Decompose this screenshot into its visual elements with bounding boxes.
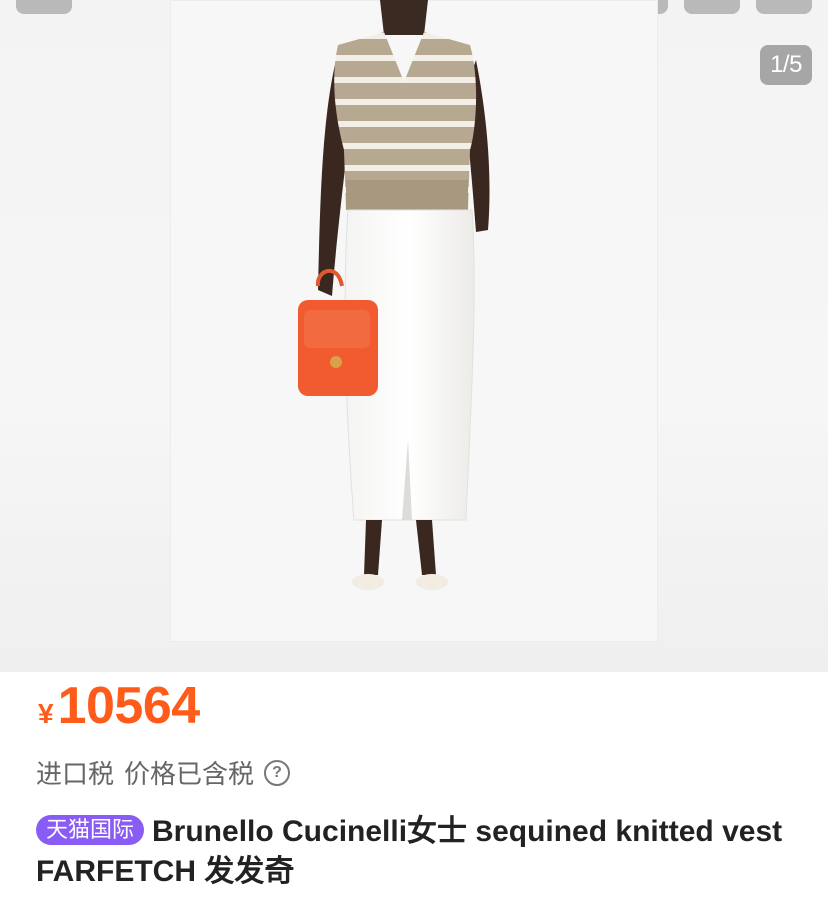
- product-photo[interactable]: [170, 0, 658, 642]
- question-circle-icon[interactable]: ?: [264, 759, 291, 786]
- product-photo-illustration: [298, 0, 490, 590]
- more-button[interactable]: [684, 0, 740, 14]
- back-button[interactable]: [16, 0, 72, 14]
- tax-label: 进口税: [36, 759, 115, 789]
- cart-button[interactable]: [756, 0, 812, 14]
- product-price: ¥10564: [38, 680, 200, 732]
- image-page-indicator: 1/5: [760, 45, 812, 85]
- currency-symbol: ¥: [38, 698, 54, 729]
- tax-info-row: 进口税 价格已含税 ?: [36, 754, 291, 791]
- tax-note: 价格已含税: [124, 759, 255, 789]
- product-title[interactable]: 天猫国际 Brunello Cucinelli女士 sequined knitte…: [36, 812, 796, 892]
- price-amount: 10564: [57, 677, 201, 735]
- product-image-gallery[interactable]: 1/5: [0, 0, 828, 672]
- product-title-text: Brunello Cucinelli女士 sequined knitted ve…: [36, 815, 783, 888]
- tmall-global-badge: 天猫国际: [36, 815, 145, 845]
